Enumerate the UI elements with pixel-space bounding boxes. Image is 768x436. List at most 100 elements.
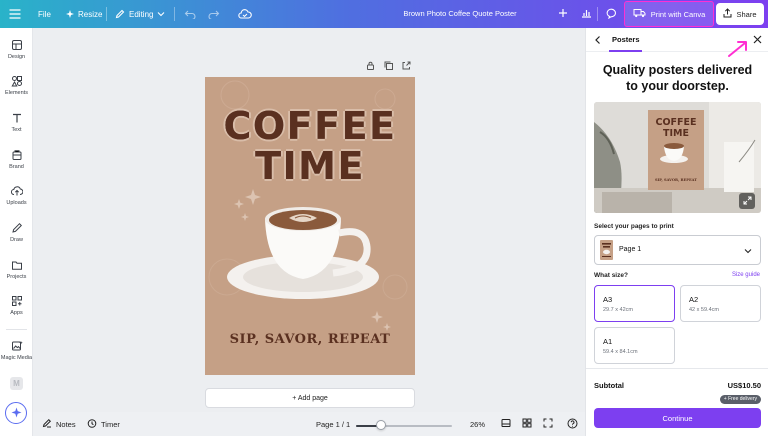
sidebar-item-apps[interactable]: Apps (0, 295, 33, 327)
document-title[interactable]: Brown Photo Coffee Quote Poster (380, 0, 540, 28)
notes-button[interactable]: Notes (42, 412, 76, 436)
resize-button[interactable]: Resize (66, 0, 102, 28)
sidebar-item-label: Brand (9, 164, 24, 170)
tab-underline (609, 50, 642, 52)
toolbar-divider (174, 7, 175, 21)
zoom-slider[interactable] (356, 425, 452, 427)
main-menu-button[interactable] (9, 0, 21, 28)
expand-preview-button[interactable] (739, 193, 755, 209)
timer-button[interactable]: Timer (87, 412, 120, 436)
subtotal-label: Subtotal (594, 381, 624, 390)
sidebar-item-magic-media[interactable]: Magic Media (0, 340, 33, 372)
timer-icon (87, 418, 97, 430)
poster-page[interactable]: COFFEE TIME SIP, SAVOR, REPEAT (205, 77, 415, 375)
expand-page-icon[interactable] (402, 61, 411, 72)
magic-media-icon (11, 341, 23, 351)
continue-button[interactable]: Continue (594, 408, 761, 428)
add-collaborator-button[interactable] (553, 4, 573, 24)
help-button[interactable] (567, 412, 578, 436)
insights-button[interactable] (576, 4, 596, 24)
pages-view-icon (501, 418, 511, 430)
redo-icon (208, 9, 220, 19)
notes-label: Notes (56, 419, 76, 429)
fullscreen-button[interactable] (543, 412, 553, 436)
notes-icon (42, 418, 52, 430)
chevron-down-icon (157, 11, 165, 17)
bar-chart-icon (581, 8, 592, 20)
sparkle-icon (11, 407, 22, 420)
uploads-icon (10, 186, 23, 196)
page-tools (366, 61, 411, 72)
size-guide-link[interactable]: Size guide (732, 272, 760, 278)
file-menu-button[interactable]: File (38, 0, 51, 28)
poster-subtitle[interactable]: SIP, SAVOR, REPEAT (205, 332, 415, 347)
headline-line2: to your doorstep. (626, 79, 729, 93)
zoom-slider-thumb[interactable] (375, 420, 386, 430)
comments-button[interactable] (601, 4, 621, 24)
grid-view-button[interactable] (522, 412, 532, 436)
elements-icon (10, 76, 22, 87)
panel-footer: Subtotal US$10.50 + Free delivery Contin… (586, 368, 768, 436)
left-sidebar: Design Elements Text Brand Uploads Draw … (0, 28, 33, 436)
sidebar-item-text[interactable]: Text (0, 112, 33, 144)
fullscreen-icon (543, 418, 553, 430)
redo-button[interactable] (208, 0, 220, 28)
truck-icon (633, 8, 646, 20)
sidebar-item-brand[interactable]: Brand (0, 149, 33, 181)
expand-icon (743, 196, 752, 207)
page-indicator[interactable]: Page 1 / 1 (316, 412, 350, 436)
pointer-arrow-icon (728, 41, 747, 57)
sidebar-item-label: Text (11, 127, 22, 133)
sidebar-item-label: Projects (6, 274, 27, 280)
size-dimensions: 29.7 x 42cm (603, 307, 633, 313)
pages-view-button[interactable] (501, 412, 511, 436)
undo-button[interactable] (184, 0, 196, 28)
sidebar-app-placeholder-icon[interactable]: M (10, 377, 23, 390)
close-icon (753, 35, 762, 46)
sidebar-divider (6, 329, 27, 330)
print-with-canva-button[interactable]: Print with Canva (624, 1, 714, 27)
sidebar-item-label: Design (7, 54, 26, 60)
close-panel-button[interactable] (750, 33, 764, 47)
zoom-level[interactable]: 26% (470, 412, 485, 436)
share-button[interactable]: Share (716, 3, 764, 25)
add-page-button[interactable]: + Add page (205, 388, 415, 408)
draw-icon (11, 222, 22, 233)
sidebar-item-uploads[interactable]: Uploads (0, 185, 33, 217)
undo-icon (184, 9, 196, 19)
size-option-a2[interactable]: A2 42 x 59.4cm (680, 285, 761, 322)
sidebar-item-projects[interactable]: Projects (0, 259, 33, 291)
free-delivery-badge: + Free delivery (719, 395, 761, 404)
cloud-sync-button[interactable] (238, 0, 252, 28)
chevron-down-icon (744, 247, 752, 256)
magic-assistant-button[interactable] (5, 402, 27, 424)
tab-posters[interactable]: Posters (612, 28, 640, 52)
size-name: A2 (689, 295, 699, 304)
preview-title-line1: COFFEE (655, 117, 697, 128)
size-option-a3[interactable]: A3 29.7 x 42cm (594, 285, 675, 322)
subtotal-value: US$10.50 (727, 381, 761, 390)
sidebar-item-label: Draw (10, 237, 23, 243)
size-option-a1[interactable]: A1 59.4 x 84.1cm (594, 327, 675, 364)
pencil-icon (115, 9, 125, 19)
size-name: A3 (603, 295, 613, 304)
coffee-cup-illustration (227, 207, 379, 299)
duplicate-page-icon[interactable] (384, 61, 393, 72)
sparkle-icon (66, 10, 74, 18)
editing-mode-dropdown[interactable]: Editing (115, 0, 165, 28)
what-size-label: What size? (594, 272, 628, 279)
resize-label: Resize (78, 9, 103, 19)
lock-icon[interactable] (366, 61, 375, 72)
help-icon (567, 418, 578, 431)
file-label: File (38, 9, 51, 19)
sidebar-item-draw[interactable]: Draw (0, 222, 33, 254)
hamburger-icon (9, 9, 21, 19)
back-chevron-icon[interactable] (594, 35, 602, 47)
print-label: Print with Canva (650, 9, 706, 19)
size-name: A1 (603, 337, 613, 346)
sidebar-item-design[interactable]: Design (0, 39, 33, 71)
print-panel: Posters Quality posters delivered to you… (585, 28, 768, 436)
headline-line1: Quality posters delivered (602, 63, 753, 77)
sidebar-item-elements[interactable]: Elements (0, 75, 33, 107)
page-select-dropdown[interactable]: Page 1 (594, 235, 761, 265)
